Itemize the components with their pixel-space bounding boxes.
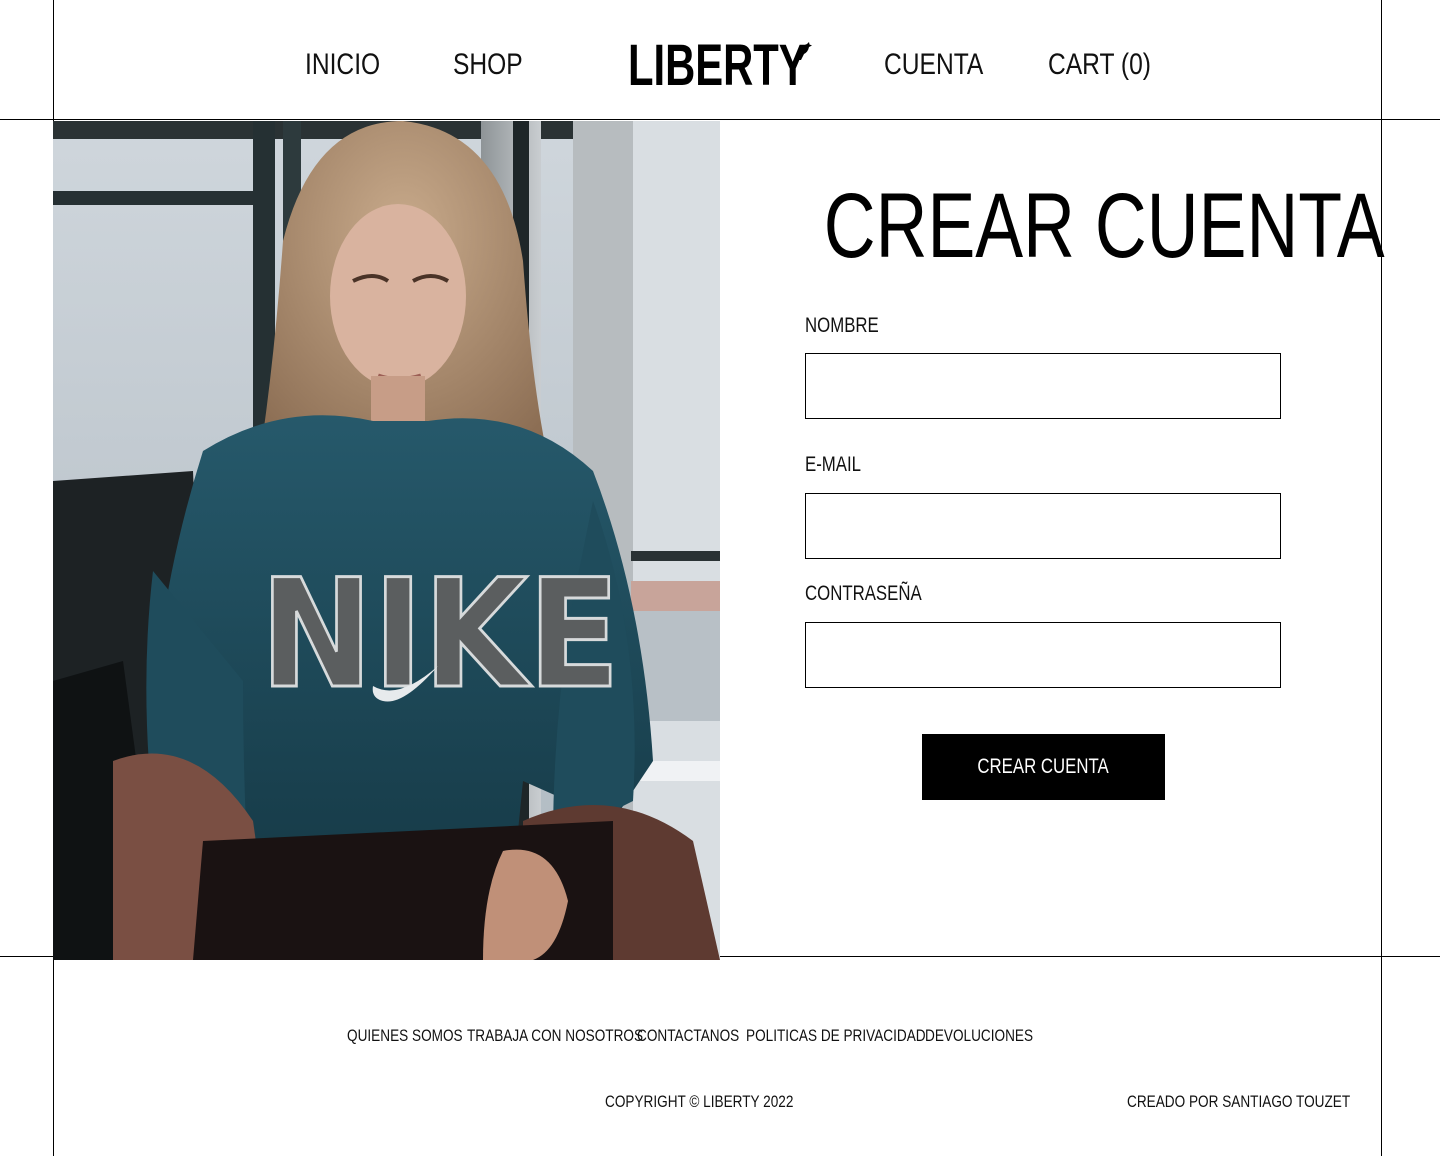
- footer-link-trabaja[interactable]: TRABAJA CON NOSOTROS: [467, 1026, 643, 1046]
- page: INICIO SHOP LIBERTY CUENTA CART (0) NIKE…: [0, 0, 1440, 1156]
- password-label: CONTRASEÑA: [805, 582, 922, 605]
- email-field[interactable]: [805, 493, 1281, 559]
- copyright-text: COPYRIGHT © LIBERTY 2022: [605, 1092, 794, 1111]
- footer-link-privacidad[interactable]: POLITICAS DE PRIVACIDAD: [746, 1026, 926, 1046]
- frame-line-right: [1381, 0, 1382, 1156]
- password-field[interactable]: [805, 622, 1281, 688]
- create-account-button-label: CREAR CUENTA: [977, 755, 1110, 778]
- nombre-label: NOMBRE: [805, 314, 879, 337]
- footer-link-quienes-somos[interactable]: QUIENES SOMOS: [347, 1026, 463, 1046]
- credit-text: CREADO POR SANTIAGO TOUZET: [1127, 1092, 1351, 1111]
- nav-cart[interactable]: CART (0): [1048, 48, 1151, 82]
- nav-shop[interactable]: SHOP: [453, 48, 523, 82]
- page-title: CREAR CUENTA: [823, 175, 1385, 277]
- email-label: E-MAIL: [805, 453, 862, 476]
- bird-icon: [799, 42, 812, 60]
- nav-cuenta[interactable]: CUENTA: [884, 48, 983, 82]
- header-divider: [0, 119, 1440, 120]
- create-account-button[interactable]: CREAR CUENTA: [922, 734, 1165, 800]
- logo-text: LIBERTY: [628, 33, 807, 98]
- footer-link-contactanos[interactable]: CONTACTANOS: [637, 1026, 739, 1046]
- footer-link-devoluciones[interactable]: DEVOLUCIONES: [925, 1026, 1033, 1046]
- hoodie-print: NIKE: [260, 547, 620, 721]
- site-logo[interactable]: LIBERTY: [628, 36, 814, 96]
- nombre-field[interactable]: [805, 353, 1281, 419]
- photo-woman-hoodie: NIKE: [53, 121, 720, 960]
- hero-photo: NIKE: [53, 121, 720, 960]
- nav-inicio[interactable]: INICIO: [305, 48, 380, 82]
